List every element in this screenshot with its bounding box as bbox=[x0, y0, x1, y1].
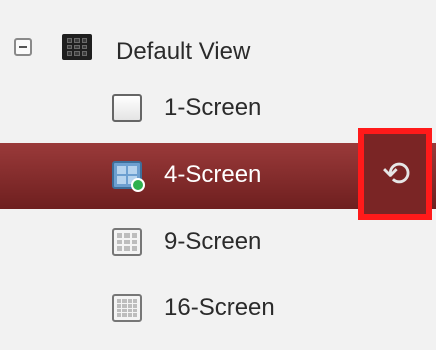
tree-item-label: 4-Screen bbox=[164, 161, 262, 188]
collapse-icon[interactable] bbox=[14, 38, 32, 56]
tree-item-label: 9-Screen bbox=[164, 228, 262, 255]
tree-node-default-view[interactable]: Default View bbox=[0, 12, 436, 72]
sixteen-screen-icon bbox=[112, 294, 142, 322]
restore-button[interactable]: ⟲ bbox=[376, 150, 416, 198]
tree-item-label: 1-Screen bbox=[164, 94, 262, 121]
check-icon bbox=[131, 178, 145, 192]
four-screen-icon bbox=[112, 161, 145, 192]
tree-node-label: Default View bbox=[116, 38, 251, 65]
highlight-frame: ⟲ bbox=[358, 128, 432, 220]
tree-item-16-screen[interactable]: 16-Screen bbox=[0, 276, 436, 342]
restore-icon: ⟲ bbox=[381, 155, 411, 193]
view-tree: Default View 1-Screen 4-Screen 9-Screen … bbox=[0, 0, 436, 350]
view-grid-icon bbox=[62, 34, 92, 60]
single-screen-icon bbox=[112, 94, 142, 122]
tree-item-label: 16-Screen bbox=[164, 294, 275, 321]
nine-screen-icon bbox=[112, 228, 142, 256]
